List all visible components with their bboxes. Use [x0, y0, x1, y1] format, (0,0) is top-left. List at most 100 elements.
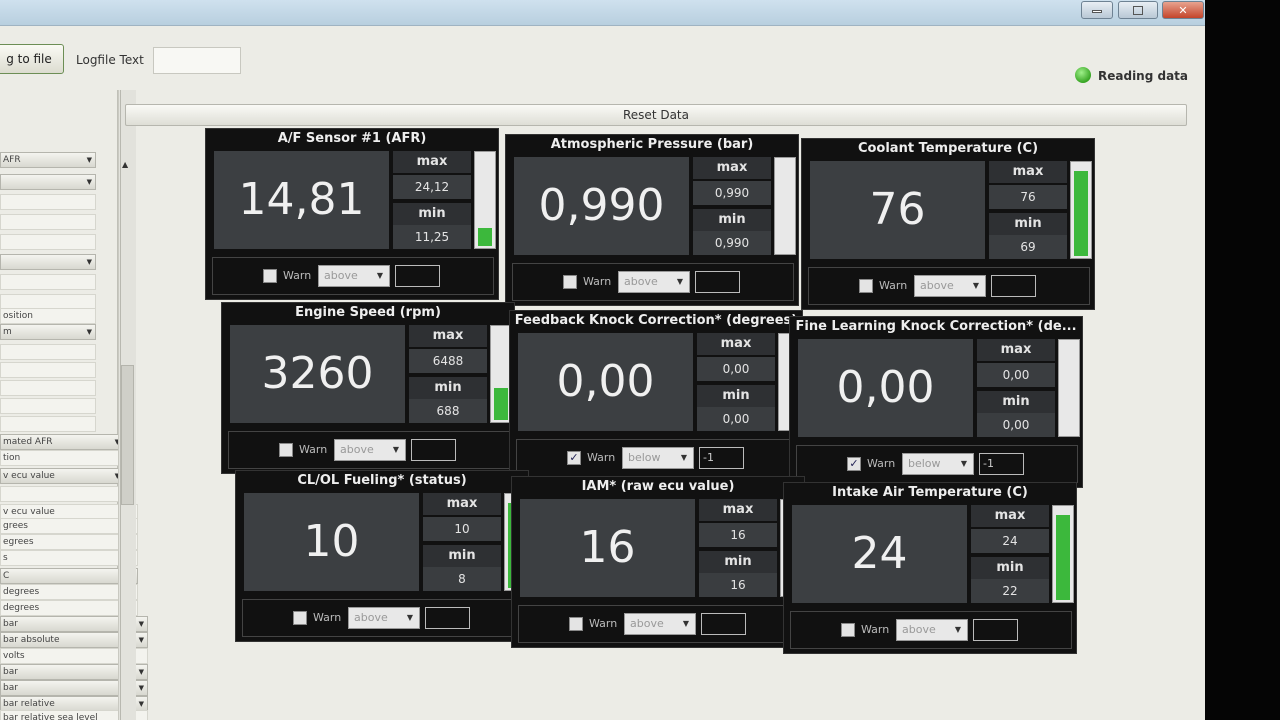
gauge-level-fill: [1056, 515, 1070, 600]
parameter-row-label: bar relative: [3, 699, 55, 709]
warn-threshold-input[interactable]: [991, 275, 1036, 297]
warn-mode-select[interactable]: above ▼: [318, 265, 390, 287]
parameter-row-label: volts: [3, 651, 25, 661]
gauge-warning-controls: Warn above ▼: [790, 611, 1072, 649]
gauge-level-fill: [494, 388, 508, 420]
logfile-text-input[interactable]: [153, 47, 241, 74]
parameter-unit-dropdown[interactable]: mated AFR▼: [0, 434, 124, 450]
gauge-min-label: min: [693, 209, 771, 231]
gauge-warning-controls: Warn above ▼: [242, 599, 524, 637]
gauge-card: CL/OL Fueling* (status) 10 max 10 min 8 Warn ab…: [235, 470, 529, 642]
chevron-down-icon: ▼: [376, 271, 383, 280]
warn-mode-select[interactable]: above ▼: [618, 271, 690, 293]
parameter-unit-dropdown[interactable]: ▼: [0, 174, 96, 190]
gauge-min-value: 11,25: [393, 225, 471, 249]
warn-checkbox[interactable]: [263, 269, 277, 283]
gauge-max-label: max: [409, 325, 487, 347]
warn-threshold-input[interactable]: [973, 619, 1018, 641]
gauge-min-label: min: [699, 551, 777, 573]
gauge-max-label: max: [699, 499, 777, 521]
parameter-unit-dropdown[interactable]: ▼: [0, 254, 96, 270]
parameter-row-label: osition: [3, 311, 33, 321]
parameter-row-label: degrees: [3, 587, 40, 597]
chevron-down-icon: ▼: [972, 281, 979, 290]
warn-mode-select[interactable]: above ▼: [914, 275, 986, 297]
warn-threshold-input[interactable]: -1: [699, 447, 744, 469]
gauge-level-bar: [1058, 339, 1080, 437]
gauge-max-value: 24,12: [393, 175, 471, 199]
warn-checkbox[interactable]: [293, 611, 307, 625]
chevron-down-icon: ▼: [86, 156, 92, 164]
chevron-down-icon: ▼: [954, 625, 961, 634]
gauge-card: Feedback Knock Correction* (degrees) 0,00…: [509, 310, 803, 482]
warn-checkbox[interactable]: [563, 275, 577, 289]
warn-label: Warn: [867, 457, 896, 470]
chevron-down-icon: ▼: [680, 453, 687, 462]
warn-checkbox[interactable]: [841, 623, 855, 637]
warn-mode-select[interactable]: below ▼: [622, 447, 694, 469]
parameter-unit-dropdown[interactable]: m ▼: [0, 324, 96, 340]
parameter-row[interactable]: [0, 398, 96, 414]
gauge-level-bar: [474, 151, 496, 249]
warn-threshold-input[interactable]: [425, 607, 470, 629]
parameter-row-label: bar relative sea level: [3, 713, 98, 720]
parameter-row[interactable]: [0, 194, 96, 210]
status-text: Reading data: [1098, 69, 1189, 83]
log-to-file-button[interactable]: g to file: [0, 44, 64, 74]
gauge-min-label: min: [423, 545, 501, 567]
warn-threshold-input[interactable]: [701, 613, 746, 635]
warn-mode-select[interactable]: above ▼: [348, 607, 420, 629]
warn-label: Warn: [313, 611, 342, 624]
parameter-row-label: bar: [3, 683, 18, 693]
parameter-row[interactable]: [0, 416, 96, 432]
parameter-row-label: bar: [3, 667, 18, 677]
warn-checkbox[interactable]: [859, 279, 873, 293]
parameter-row[interactable]: [0, 274, 96, 290]
maximize-button[interactable]: [1118, 1, 1158, 19]
gauge-card: Atmospheric Pressure (bar) 0,990 max 0,990 m…: [505, 134, 799, 306]
gauge-min-label: min: [989, 213, 1067, 235]
maximize-icon: [1133, 6, 1143, 15]
warn-threshold-input[interactable]: [695, 271, 740, 293]
warn-checkbox[interactable]: [569, 617, 583, 631]
warn-threshold-input[interactable]: -1: [979, 453, 1024, 475]
gauge-level-fill: [1074, 171, 1088, 256]
warn-label: Warn: [583, 275, 612, 288]
parameter-row[interactable]: [0, 486, 124, 502]
parameter-row[interactable]: [0, 234, 96, 250]
warn-label: Warn: [283, 269, 312, 282]
gauge-value: 0,00: [798, 339, 973, 437]
gauge-min-value: 0,990: [693, 231, 771, 255]
parameter-row[interactable]: [0, 362, 96, 378]
minimize-button[interactable]: [1081, 1, 1113, 19]
warn-threshold-input[interactable]: [395, 265, 440, 287]
gauge-min-label: min: [977, 391, 1055, 413]
warn-mode-value: above: [354, 611, 388, 624]
parameter-row[interactable]: tion: [0, 450, 124, 466]
parameter-unit-dropdown[interactable]: AFR ▼: [0, 152, 96, 168]
close-button[interactable]: ✕: [1162, 1, 1204, 19]
logfile-text-label: Logfile Text: [76, 53, 144, 67]
warn-mode-select[interactable]: above ▼: [624, 613, 696, 635]
parameter-unit-dropdown[interactable]: v ecu value▼: [0, 468, 124, 484]
gauge-max-value: 0,00: [697, 357, 775, 381]
parameter-row[interactable]: [0, 344, 96, 360]
warn-checkbox[interactable]: [279, 443, 293, 457]
parameter-row[interactable]: osition: [0, 308, 96, 324]
warn-checkbox[interactable]: ✓: [567, 451, 581, 465]
close-icon: ✕: [1178, 4, 1188, 17]
warn-mode-select[interactable]: above ▼: [896, 619, 968, 641]
gauge-max-value: 10: [423, 517, 501, 541]
parameter-row[interactable]: [0, 380, 96, 396]
warn-mode-select[interactable]: below ▼: [902, 453, 974, 475]
reset-data-button[interactable]: Reset Data: [125, 104, 1187, 126]
parameter-row-label: m: [3, 327, 12, 337]
chevron-down-icon: ▼: [406, 613, 413, 622]
warn-mode-select[interactable]: above ▼: [334, 439, 406, 461]
parameter-row[interactable]: [0, 214, 96, 230]
gauge-max-label: max: [989, 161, 1067, 183]
warn-threshold-input[interactable]: [411, 439, 456, 461]
application-window: ✕ g to file Logfile Text Reading data AF…: [0, 0, 1205, 720]
gauge-warning-controls: ✓ Warn below ▼ -1: [796, 445, 1078, 483]
warn-checkbox[interactable]: ✓: [847, 457, 861, 471]
